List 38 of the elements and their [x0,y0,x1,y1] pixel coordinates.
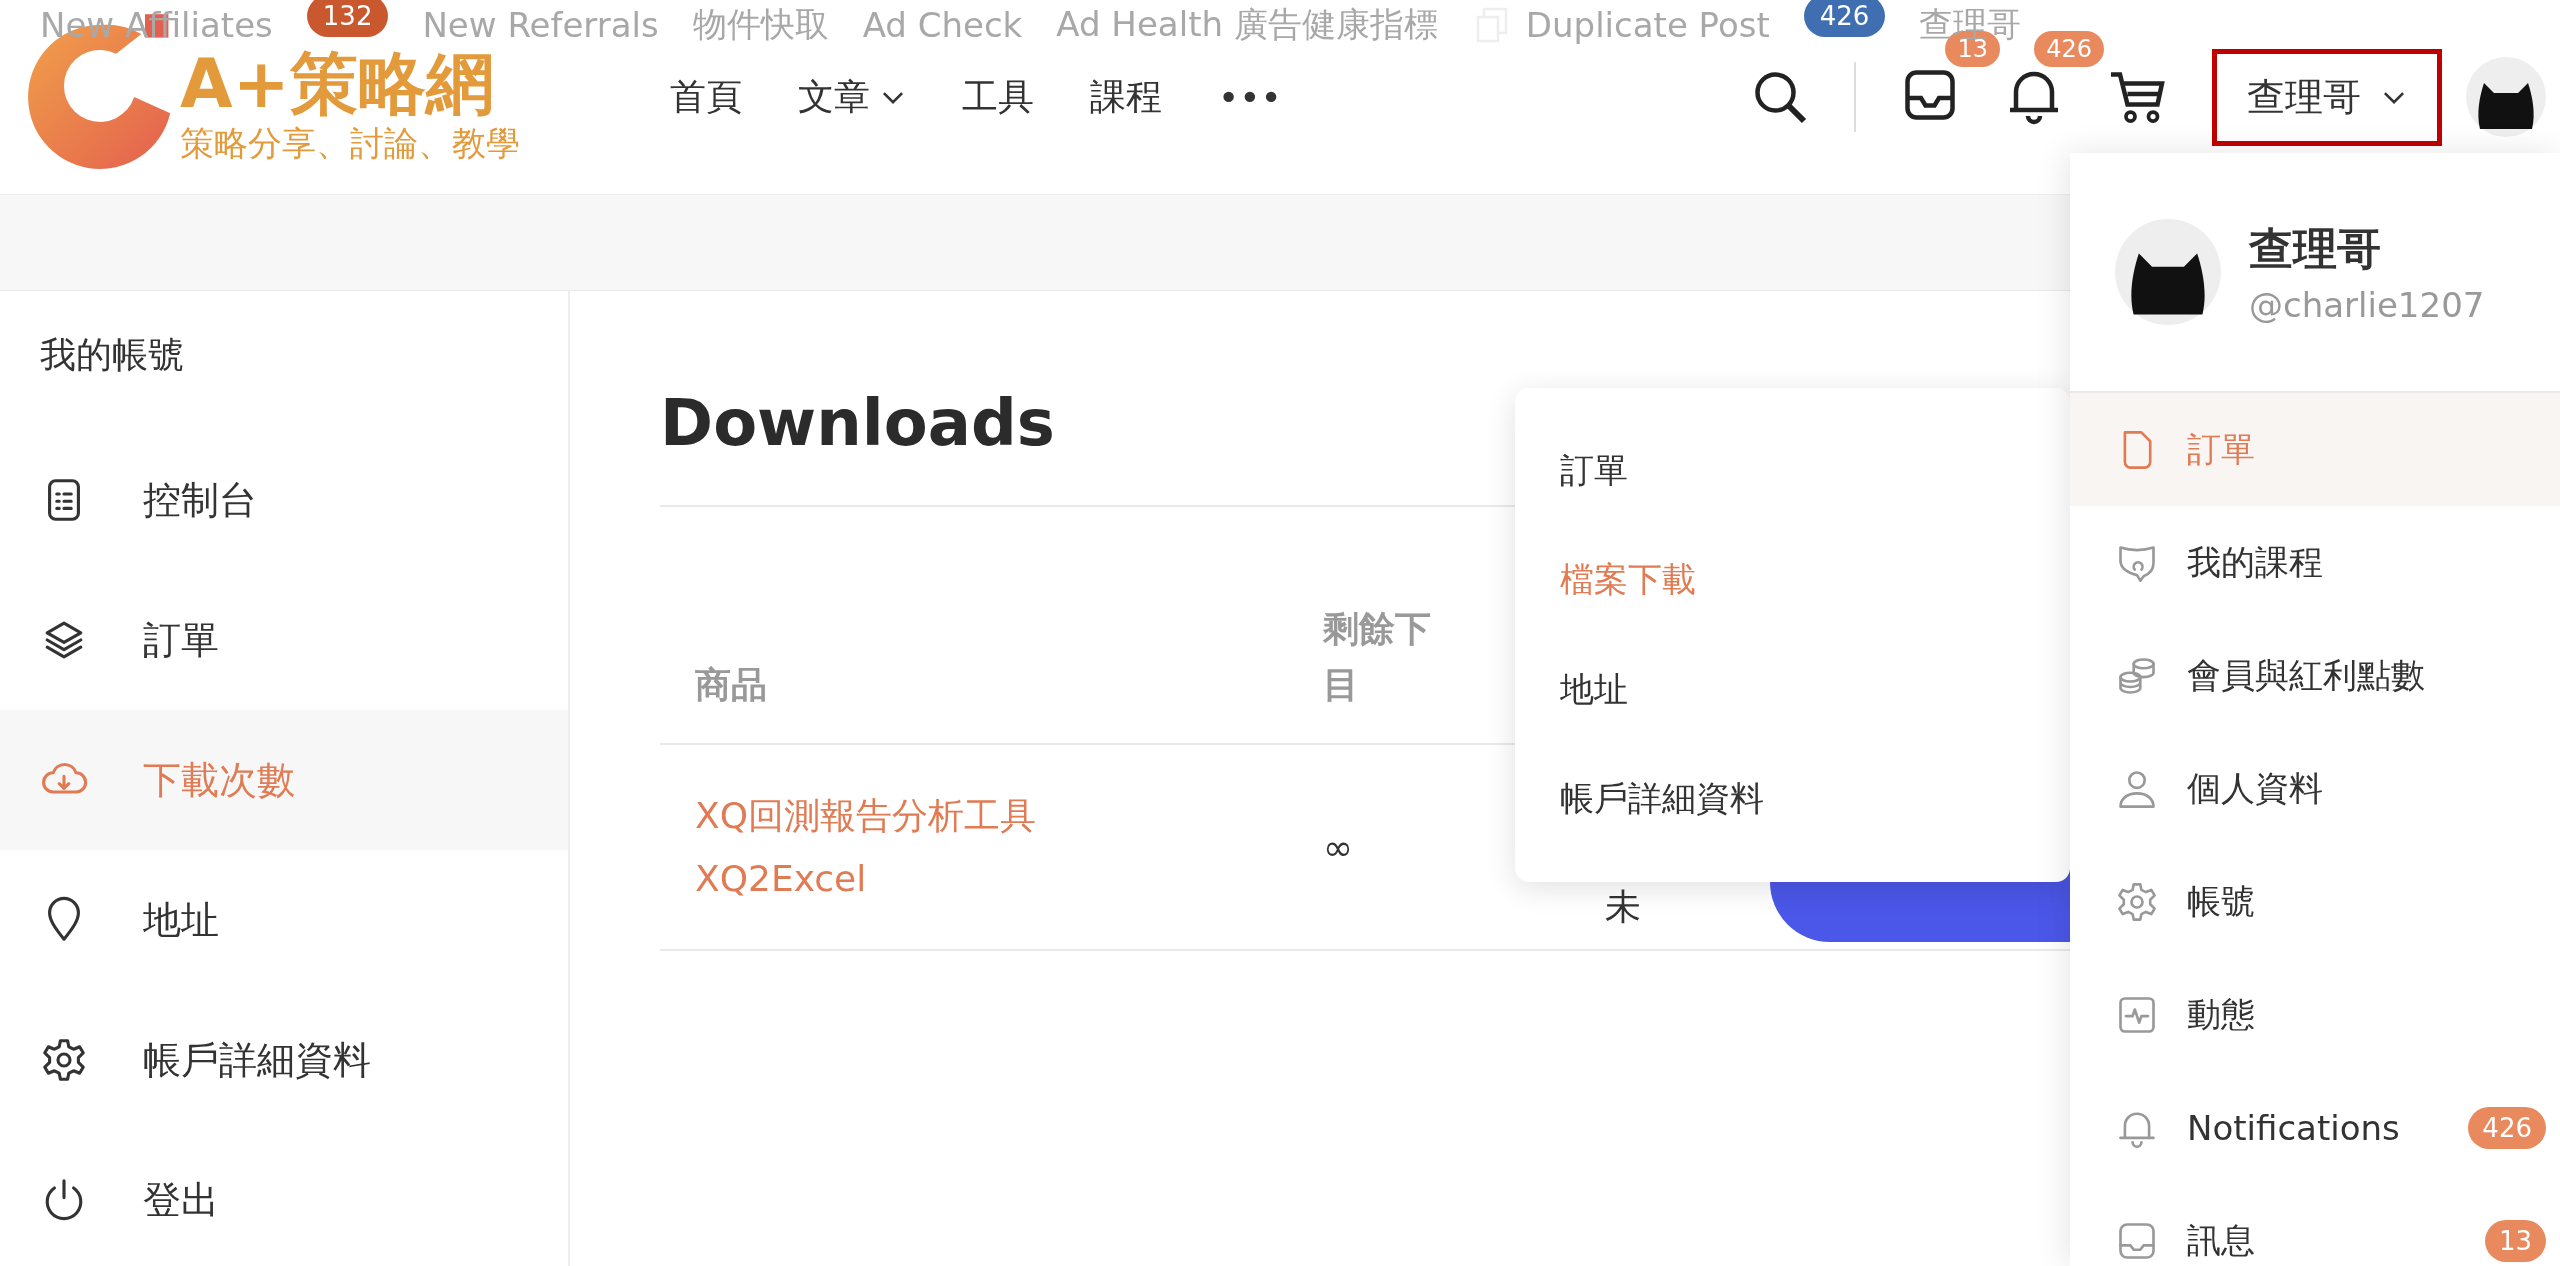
user-menu-button[interactable]: 查理哥 [2212,48,2442,146]
avatar-icon[interactable] [2466,57,2546,137]
nav-link[interactable]: ••• [1218,76,1282,118]
sidebar-title: 我的帳號 [39,333,185,377]
count-badge: 132 [306,0,389,37]
nav-link[interactable]: 課程 [1090,72,1162,122]
column-header: 商品 [695,663,767,708]
count-badge: 426 [2468,1106,2546,1149]
gear-icon [40,1036,88,1084]
menu-item[interactable]: 地址 [1515,635,2070,745]
sidebar-item[interactable]: 訂單 [0,570,568,710]
count-badge: 426 [1803,0,1886,37]
sidebar-item[interactable]: 帳戶詳細資料 [0,990,568,1130]
sidebar-item[interactable]: 控制台 [0,430,568,570]
nav-link[interactable]: 文章 [798,72,906,122]
user-name: 查理哥 [2249,221,2382,276]
table-cell: ∞ [1323,826,1353,868]
page-title: Downloads [660,386,1055,460]
menu-item[interactable]: 我的課程 [2070,506,2560,619]
menu-item[interactable]: 帳號 [2070,845,2560,958]
menu-item[interactable]: Notifications 426 [2070,1071,2560,1184]
menu-item[interactable]: 個人資料 [2070,732,2560,845]
sidebar-item[interactable]: 地址 [0,850,568,990]
nav-link[interactable]: 首頁 [670,72,742,122]
menu-item[interactable]: 訂單 [1515,416,2070,526]
menu-item[interactable]: 會員與紅利點數 [2070,619,2560,732]
menu-item[interactable]: 訊息 13 [2070,1184,2560,1266]
table-cell: 未 [1605,885,1641,927]
count-badge: 426 [2034,31,2104,67]
menu-item[interactable]: 動態 [2070,958,2560,1071]
user-handle: @charlie1207 [2249,284,2485,325]
logo-tagline: 策略分享、討論、教學 [180,122,520,166]
column-header: 剩餘下 目 [1323,607,1431,708]
nav-link[interactable]: 工具 [962,72,1034,122]
count-badge: 13 [2484,1219,2546,1262]
avatar-icon [2115,219,2221,325]
sidebar-item[interactable]: 登出 [0,1130,568,1266]
menu-item[interactable]: 帳戶詳細資料 [1515,744,2070,854]
